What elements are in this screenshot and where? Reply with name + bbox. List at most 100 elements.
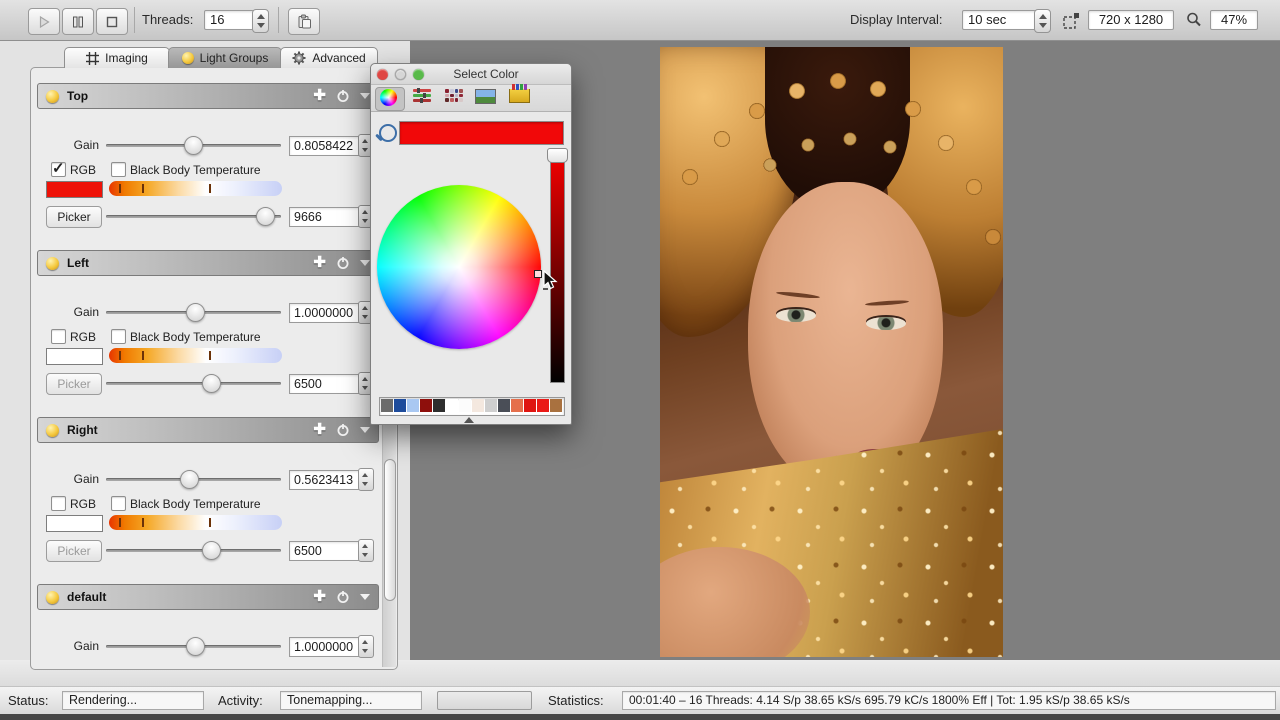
palette-swatch[interactable] [511, 399, 523, 412]
power-icon[interactable] [336, 590, 350, 604]
magnifier-picker-icon[interactable] [379, 124, 397, 142]
brightness-slider[interactable] [550, 154, 565, 383]
palette-swatch[interactable] [498, 399, 510, 412]
add-icon[interactable]: ✚ [313, 89, 326, 103]
color-swatch[interactable] [46, 181, 103, 198]
color-wheel-mode-button[interactable] [380, 89, 397, 106]
sliders-mode-button[interactable] [413, 89, 431, 103]
picker-button[interactable]: Picker [46, 206, 102, 228]
palette-swatch[interactable] [407, 399, 419, 412]
chevron-down-icon[interactable] [360, 594, 370, 600]
mouse-cursor [543, 270, 559, 295]
tab-imaging[interactable]: Imaging [64, 47, 170, 68]
threads-stepper[interactable] [252, 9, 269, 33]
picker-value[interactable]: 6500 [289, 374, 361, 394]
rgb-checkbox[interactable] [51, 496, 66, 511]
threads-field[interactable]: 16 [204, 10, 254, 30]
palette-swatch[interactable] [459, 399, 471, 412]
picker-slider[interactable] [106, 207, 281, 225]
blackbody-gradient [109, 348, 282, 363]
lightbulb-icon [46, 591, 59, 604]
play-button[interactable] [28, 8, 60, 35]
chevron-down-icon[interactable] [360, 427, 370, 433]
threads-label: Threads: [142, 0, 193, 40]
palette-mode-button[interactable] [445, 89, 463, 102]
group-header-left[interactable]: Left ✚ [37, 250, 379, 276]
power-icon[interactable] [336, 89, 350, 103]
palette-swatch[interactable] [550, 399, 562, 412]
group-header-right[interactable]: Right ✚ [37, 417, 379, 443]
gain-slider[interactable] [106, 136, 281, 154]
palette-swatch[interactable] [472, 399, 484, 412]
scrollbar-thumb[interactable] [384, 459, 396, 601]
group-header-default[interactable]: default ✚ [37, 584, 379, 610]
picker-stepper[interactable] [358, 539, 374, 562]
current-color-well[interactable] [399, 121, 564, 145]
picker-slider[interactable] [106, 541, 281, 559]
pause-button[interactable] [62, 8, 94, 35]
crayons-mode-button[interactable] [509, 89, 530, 103]
palette-icon [445, 89, 463, 102]
palette-swatch[interactable] [537, 399, 549, 412]
brightness-slider-handle[interactable] [547, 148, 568, 163]
palette-swatch[interactable] [446, 399, 458, 412]
palette-swatch[interactable] [394, 399, 406, 412]
picker-button[interactable]: Picker [46, 373, 102, 395]
zoom-button[interactable] [1185, 11, 1203, 32]
swatch-drawer-handle[interactable] [464, 417, 474, 423]
gain-value[interactable]: 0.5623413 [289, 470, 361, 490]
color-wheel[interactable] [377, 185, 541, 349]
gain-value[interactable]: 1.0000000 [289, 637, 361, 657]
add-icon[interactable]: ✚ [313, 256, 326, 270]
color-swatch[interactable] [46, 515, 103, 532]
picker-value[interactable]: 6500 [289, 541, 361, 561]
power-icon[interactable] [336, 256, 350, 270]
gain-value[interactable]: 1.0000000 [289, 303, 361, 323]
tab-light-groups[interactable]: Light Groups [168, 47, 282, 68]
resize-render-button[interactable] [1062, 11, 1081, 33]
zoom-field[interactable]: 47% [1210, 10, 1258, 30]
gain-slider[interactable] [106, 303, 281, 321]
gain-slider[interactable] [106, 637, 281, 655]
palette-swatch[interactable] [524, 399, 536, 412]
bbt-checkbox[interactable] [111, 329, 126, 344]
palette-swatch[interactable] [485, 399, 497, 412]
image-palettes-mode-button[interactable] [475, 89, 496, 104]
group-header-top[interactable]: Top ✚ [37, 83, 379, 109]
palette-swatch[interactable] [433, 399, 445, 412]
bbt-checkbox[interactable] [111, 162, 126, 177]
group-title: Right [67, 423, 98, 437]
add-icon[interactable]: ✚ [313, 590, 326, 604]
pause-icon [71, 15, 85, 29]
power-icon[interactable] [336, 423, 350, 437]
dialog-titlebar[interactable]: Select Color [371, 64, 571, 85]
add-icon[interactable]: ✚ [313, 423, 326, 437]
chevron-down-icon[interactable] [360, 93, 370, 99]
stop-button[interactable] [96, 8, 128, 35]
tab-advanced[interactable]: Advanced [280, 47, 378, 68]
picker-slider[interactable] [106, 374, 281, 392]
gain-value[interactable]: 0.8058422 [289, 136, 361, 156]
progress-bar [437, 691, 532, 710]
rgb-checkbox[interactable] [51, 329, 66, 344]
chevron-down-icon[interactable] [360, 260, 370, 266]
crayons-icon [509, 89, 530, 103]
play-icon [37, 15, 51, 29]
color-selection-marker[interactable] [534, 270, 542, 278]
color-swatch[interactable] [46, 348, 103, 365]
gain-slider[interactable] [106, 470, 281, 488]
bbt-checkbox[interactable] [111, 496, 126, 511]
display-interval-field[interactable]: 10 sec [962, 10, 1036, 30]
picker-button[interactable]: Picker [46, 540, 102, 562]
resolution-field[interactable]: 720 x 1280 [1088, 10, 1174, 30]
gain-stepper[interactable] [358, 635, 374, 658]
light-group-default: default ✚ Gain 1.0000000 [31, 584, 381, 670]
picker-value[interactable]: 9666 [289, 207, 361, 227]
gain-stepper[interactable] [358, 468, 374, 491]
display-interval-stepper[interactable] [1034, 9, 1051, 33]
copy-button[interactable] [288, 8, 320, 35]
window-bottom-edge [0, 714, 1280, 720]
palette-swatch[interactable] [420, 399, 432, 412]
rgb-checkbox[interactable]: ✓ [51, 162, 66, 177]
palette-swatch[interactable] [381, 399, 393, 412]
